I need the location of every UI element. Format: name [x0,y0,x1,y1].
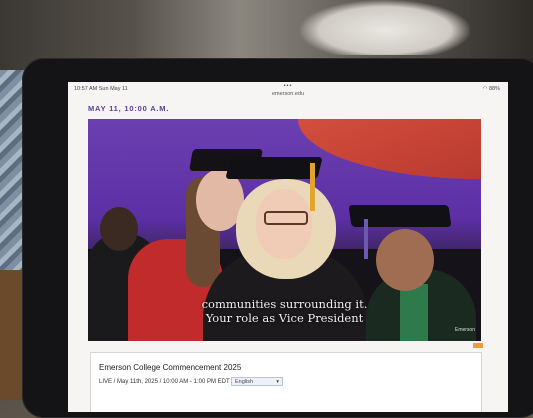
more-dots-icon[interactable]: ••• [68,83,508,89]
event-date-heading: MAY 11, 10:00 A.M. [88,104,170,113]
video-captions: communities surrounding it. Your role as… [88,297,481,325]
background-figurine [300,0,470,55]
event-schedule: LIVE / May 11th, 2025 / 10:00 AM - 1:00 … [99,379,233,385]
honoree-cap [225,157,323,179]
video-watermark: Emerson [454,327,475,333]
address-url[interactable]: emerson.edu [68,91,508,97]
graduate-right-face [376,229,434,291]
chevron-down-icon: ▾ [276,379,279,385]
language-select[interactable]: English ▾ [231,377,283,386]
caption-line-2: Your role as Vice President [205,311,364,325]
honoree-tassel [310,163,315,211]
orange-tag [473,343,483,348]
video-player[interactable]: communities surrounding it. Your role as… [88,119,481,341]
graduate-right-tassel [364,219,368,259]
caption-line-1: communities surrounding it. [201,297,368,311]
event-title: Emerson College Commencement 2025 [99,363,242,372]
language-select-value: English [235,379,254,385]
status-bar: 10:57 AM Sun May 11 ••• emerson.edu ◠ 88… [68,82,508,97]
tablet-screen: 10:57 AM Sun May 11 ••• emerson.edu ◠ 88… [68,82,508,412]
graduate-left-face [100,207,138,251]
battery-indicator: ◠ 88% [483,86,500,92]
battery-level: 88% [488,86,500,92]
stage-red-drape [298,119,481,179]
event-info-card: Emerson College Commencement 2025 LIVE /… [90,343,483,412]
honoree-glasses [264,211,308,225]
